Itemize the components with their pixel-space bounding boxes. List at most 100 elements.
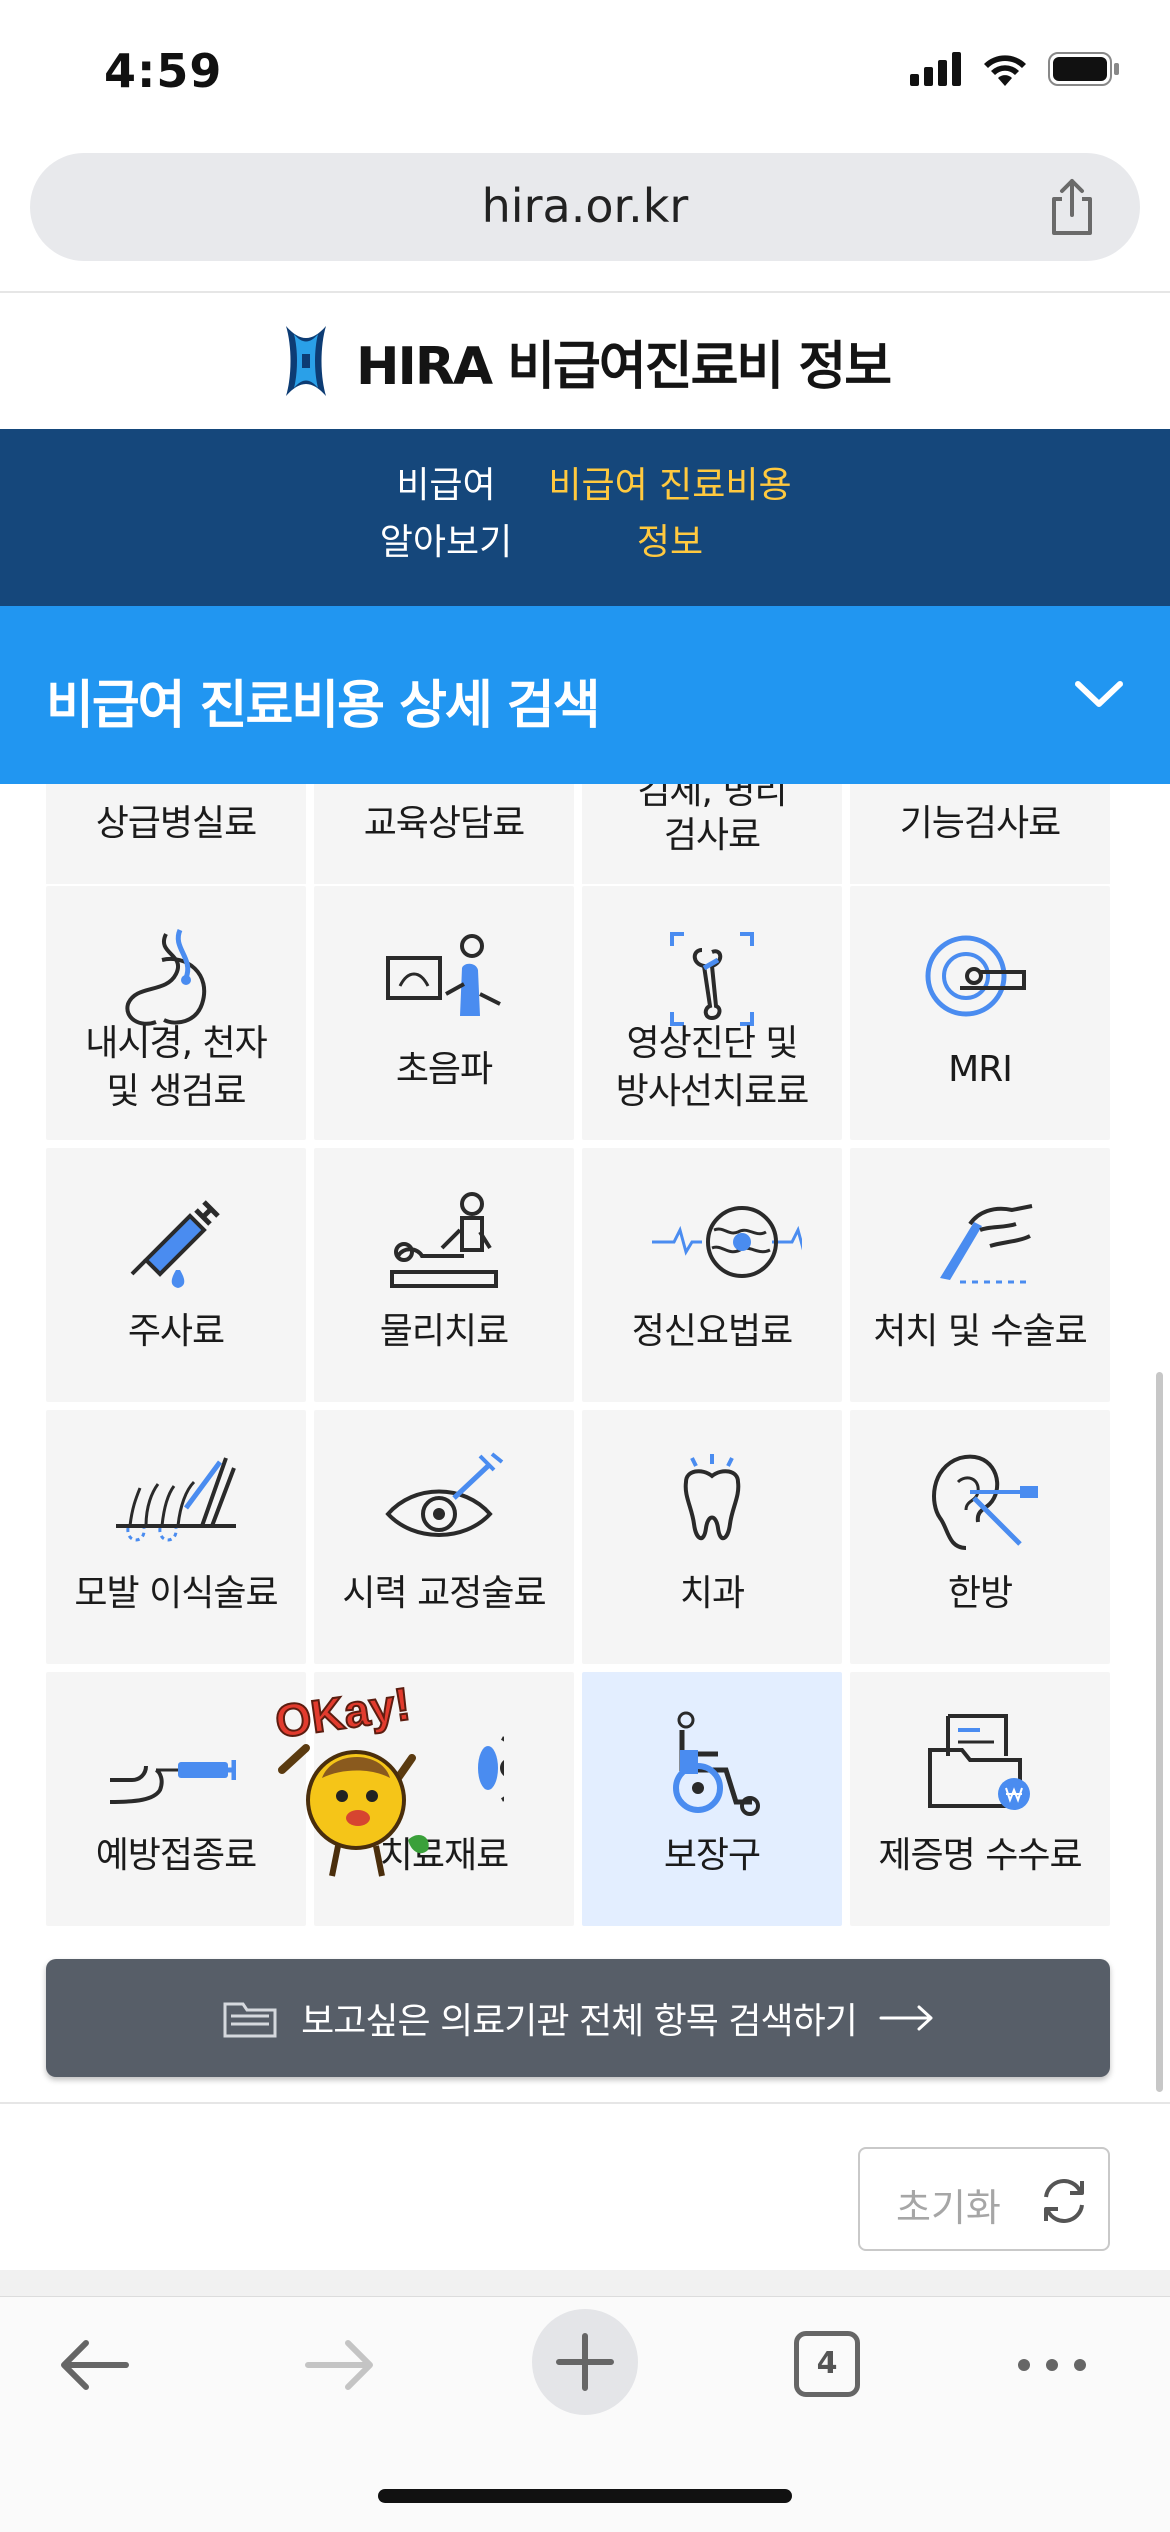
category-label-line: 영상진단 및 bbox=[626, 1023, 798, 1064]
site-header[interactable]: HIRA 비급여진료비 정보 bbox=[0, 293, 1170, 429]
category-label: 치과 bbox=[679, 1573, 745, 1614]
main-nav: 비급여 알아보기 비급여 진료비용 정보 bbox=[0, 429, 1170, 606]
nav-item-line1: 비급여 bbox=[396, 465, 496, 506]
category-label-line: 방사선치료료 bbox=[615, 1071, 810, 1112]
category-label: 초음파 bbox=[395, 1049, 493, 1090]
divider bbox=[0, 2102, 1170, 2104]
category-dental[interactable]: 치과 bbox=[582, 1410, 842, 1664]
eye-laser-icon bbox=[385, 1452, 504, 1537]
certificate-folder-icon bbox=[928, 1714, 1030, 1810]
physical-therapy-icon bbox=[390, 1192, 498, 1288]
ultrasound-icon bbox=[386, 934, 501, 1016]
category-label: 물리치료 bbox=[379, 1311, 509, 1352]
category-injection[interactable]: 주사료 bbox=[46, 1148, 306, 1402]
category-label: 보장구 bbox=[663, 1835, 761, 1876]
category-cell-partial[interactable]: 검체, 병리 검사료 bbox=[582, 784, 842, 884]
category-vision-correction[interactable]: 시력 교정술료 bbox=[314, 1410, 574, 1664]
arrow-right-icon bbox=[879, 2005, 933, 2031]
category-label: 내시경, 천자 및 생검료 bbox=[46, 1020, 306, 1116]
category-label: 처치 및 수술료 bbox=[873, 1311, 1088, 1352]
nav-item-about[interactable]: 비급여 알아보기 bbox=[346, 457, 546, 571]
category-surgery[interactable]: 처치 및 수술료 bbox=[850, 1148, 1110, 1402]
status-bar: 4:59 bbox=[0, 0, 1170, 145]
status-time: 4:59 bbox=[104, 44, 223, 98]
refresh-icon bbox=[1044, 2179, 1084, 2223]
new-tab-button[interactable] bbox=[532, 2309, 638, 2415]
more-options-icon[interactable] bbox=[1016, 2357, 1088, 2373]
category-label: 주사료 bbox=[127, 1311, 225, 1352]
folder-icon bbox=[223, 2002, 277, 2038]
wifi-icon bbox=[984, 55, 1026, 86]
tooth-icon bbox=[683, 1454, 741, 1540]
vaccine-arm-icon bbox=[109, 1760, 236, 1804]
chevron-down-icon[interactable] bbox=[1072, 674, 1126, 714]
category-mri[interactable]: MRI bbox=[850, 886, 1110, 1140]
category-label-line: 검사료 bbox=[663, 815, 761, 856]
scalpel-hand-icon bbox=[940, 1204, 1033, 1284]
reset-label: 초기화 bbox=[896, 2186, 1001, 2230]
category-label: 영상진단 및 방사선치료료 bbox=[582, 1020, 842, 1116]
category-label: 한방 bbox=[947, 1573, 1013, 1614]
mri-scanner-icon bbox=[925, 935, 1026, 1017]
category-assistive-devices[interactable]: 보장구 bbox=[582, 1672, 842, 1926]
hair-transplant-icon bbox=[116, 1457, 236, 1542]
category-label: 교육상담료 bbox=[363, 803, 526, 844]
address-bar[interactable]: hira.or.kr bbox=[30, 153, 1140, 261]
category-physical-therapy[interactable]: 물리치료 bbox=[314, 1148, 574, 1402]
search-all-items-button[interactable]: 보고싶은 의료기관 전체 항목 검색하기 bbox=[46, 1959, 1110, 2077]
category-certificate-fees[interactable]: 제증명 수수료 bbox=[850, 1672, 1110, 1926]
nav-item-line1: 비급여 진료비용 bbox=[548, 465, 792, 506]
category-label: 기능검사료 bbox=[899, 803, 1062, 844]
okay-sticker-image: OKay! bbox=[272, 1680, 429, 1877]
category-label-line: 검체, 병리 bbox=[637, 784, 787, 812]
category-label: 모발 이식술료 bbox=[74, 1573, 278, 1614]
tabs-count-button[interactable]: 4 bbox=[794, 2331, 860, 2397]
home-indicator bbox=[378, 2489, 792, 2503]
xray-bone-icon bbox=[670, 932, 754, 1026]
content-end-strip bbox=[0, 2270, 1170, 2296]
reset-button[interactable]: 초기화 bbox=[858, 2147, 1110, 2251]
category-label-line: 내시경, 천자 bbox=[85, 1023, 268, 1064]
hira-logo-icon bbox=[285, 326, 326, 396]
share-icon[interactable] bbox=[1044, 177, 1100, 237]
forward-arrow-icon[interactable] bbox=[304, 2337, 376, 2393]
category-cell-partial[interactable]: 기능검사료 bbox=[850, 784, 1110, 884]
endoscope-icon bbox=[125, 928, 206, 1026]
brain-wave-icon bbox=[652, 1206, 802, 1278]
category-endoscopy[interactable]: 내시경, 천자 및 생검료 bbox=[46, 886, 306, 1140]
category-label: 제증명 수수료 bbox=[878, 1835, 1082, 1876]
category-label: 시력 교정술료 bbox=[342, 1573, 546, 1614]
category-label: 정신요법료 bbox=[631, 1311, 794, 1352]
category-psychotherapy[interactable]: 정신요법료 bbox=[582, 1148, 842, 1402]
category-hair-transplant[interactable]: 모발 이식술료 bbox=[46, 1410, 306, 1664]
category-cell-partial[interactable]: 교육상담료 bbox=[314, 784, 574, 884]
category-oriental-medicine[interactable]: 한방 bbox=[850, 1410, 1110, 1664]
back-arrow-icon[interactable] bbox=[58, 2337, 130, 2393]
plus-icon bbox=[556, 2333, 614, 2391]
page-scrollbar[interactable] bbox=[1156, 1372, 1163, 2092]
sticker-text: OKay! bbox=[272, 1680, 413, 1748]
status-icons bbox=[910, 52, 1120, 86]
syringe-icon bbox=[130, 1200, 220, 1288]
site-title: HIRA 비급여진료비 정보 bbox=[355, 336, 892, 397]
cellular-signal-icon bbox=[910, 52, 961, 86]
category-label-line: 및 생검료 bbox=[106, 1071, 247, 1112]
search-all-label: 보고싶은 의료기관 전체 항목 검색하기 bbox=[301, 2001, 858, 2042]
category-cell-partial[interactable]: 상급병실료 bbox=[46, 784, 306, 884]
category-vaccination[interactable]: 예방접종료 bbox=[46, 1672, 306, 1926]
category-label: 상급병실료 bbox=[95, 803, 258, 844]
url-text: hira.or.kr bbox=[481, 179, 689, 233]
category-ultrasound[interactable]: 초음파 bbox=[314, 886, 574, 1140]
detail-search-header[interactable]: 비급여 진료비용 상세 검색 bbox=[0, 606, 1170, 784]
nav-item-cost-info[interactable]: 비급여 진료비용 정보 bbox=[540, 457, 800, 571]
category-grid: 상급병실료 교육상담료 검체, 병리 검사료 기능검사료 내시경, 천자 및 생… bbox=[0, 784, 1170, 2102]
nav-item-line2: 정보 bbox=[636, 522, 704, 563]
section-title: 비급여 진료비용 상세 검색 bbox=[46, 676, 601, 736]
ear-acupuncture-icon bbox=[932, 1454, 1038, 1550]
battery-icon bbox=[1048, 52, 1119, 86]
category-label: 예방접종료 bbox=[95, 1835, 258, 1876]
nav-item-line2: 알아보기 bbox=[379, 522, 513, 563]
category-label: MRI bbox=[948, 1049, 1013, 1090]
category-label: 검체, 병리 검사료 bbox=[582, 784, 842, 858]
category-imaging[interactable]: 영상진단 및 방사선치료료 bbox=[582, 886, 842, 1140]
